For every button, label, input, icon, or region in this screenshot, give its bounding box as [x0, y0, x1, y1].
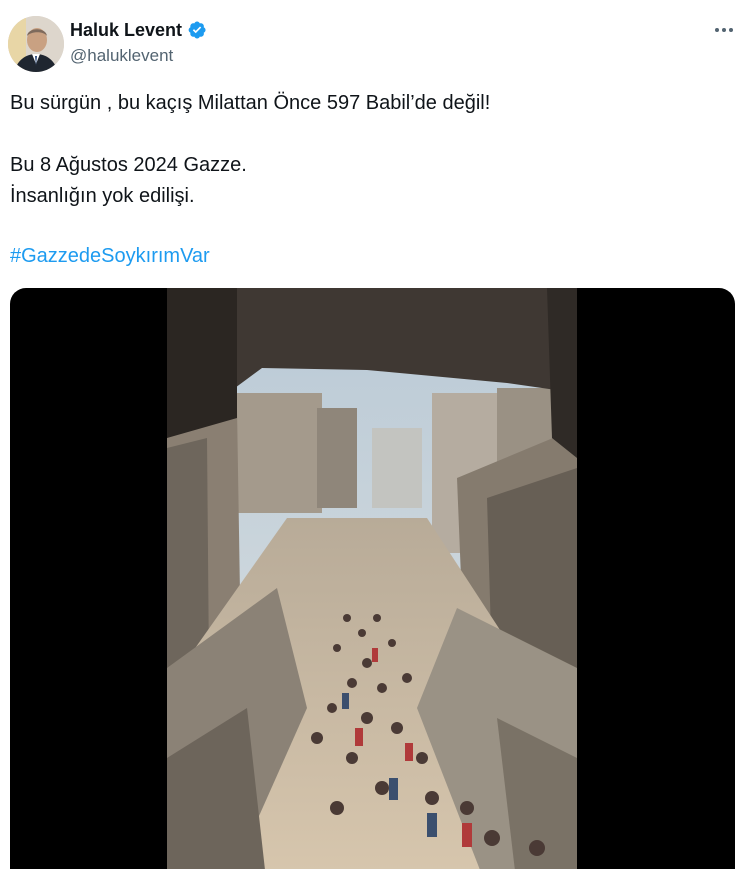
tweet-text-line-1: Bu sürgün , bu kaçış Milattan Önce 597 B…: [10, 92, 491, 114]
avatar-photo-icon: [8, 16, 64, 72]
destroyed-street-photo-icon: [167, 288, 577, 869]
author-name-text[interactable]: Haluk Levent: [70, 19, 182, 41]
author-handle[interactable]: @haluklevent: [70, 45, 173, 67]
tweet-card: Haluk Levent @haluklevent Bu sürgün , bu…: [0, 0, 750, 869]
hashtag-link[interactable]: #GazzedeSoykırımVar: [10, 243, 210, 269]
avatar[interactable]: [8, 16, 64, 72]
more-options-icon: [715, 28, 733, 32]
media-photo[interactable]: [167, 288, 577, 869]
verified-badge-icon: [188, 21, 206, 39]
author-name[interactable]: Haluk Levent: [70, 19, 207, 41]
tweet-media[interactable]: [10, 288, 735, 869]
tweet-text-line-3: İnsanlığın yok edilişi.: [10, 185, 195, 207]
more-options-button[interactable]: [712, 18, 736, 42]
tweet-text-line-2: Bu 8 Ağustos 2024 Gazze.: [10, 154, 247, 176]
